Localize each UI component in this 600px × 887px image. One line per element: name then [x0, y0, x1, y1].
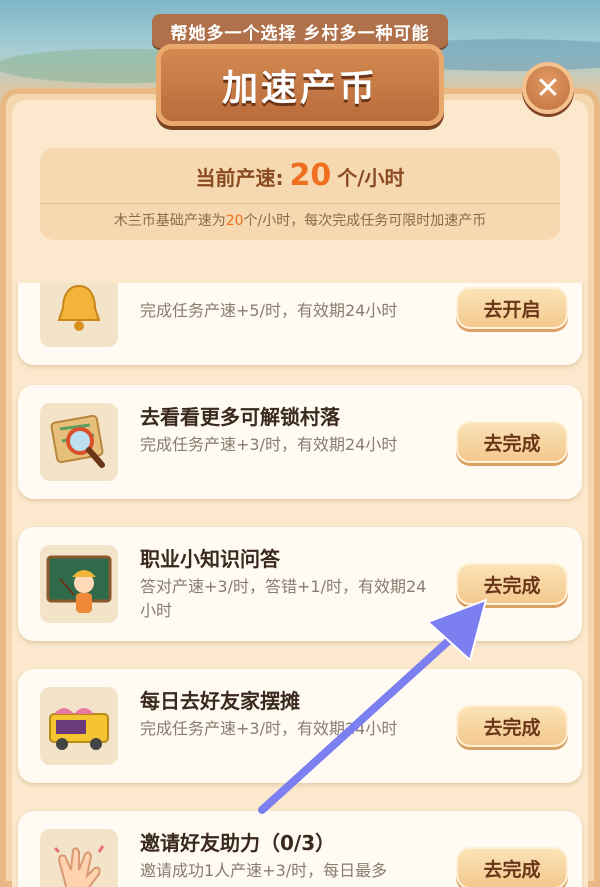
task-action-button[interactable]: 去开启 [456, 287, 568, 329]
task-list[interactable]: 完成任务产速+5/时，有效期24小时 去开启 去看看更多可解锁村落 完成任务产速… [0, 283, 600, 887]
task-title: 职业小知识问答 [140, 547, 280, 571]
task-desc: 完成任务产速+3/时，有效期24小时 [140, 719, 398, 738]
speed-note: 木兰币基础产速为20个/小时，每次完成任务可限时加速产币 [40, 210, 560, 230]
task-card: 职业小知识问答 答对产速+3/时，答错+1/时，有效期24小时 去完成 [18, 527, 582, 641]
map-magnifier-icon [40, 403, 118, 481]
task-card: 去看看更多可解锁村落 完成任务产速+3/时，有效期24小时 去完成 [18, 385, 582, 499]
teacher-blackboard-icon [40, 545, 118, 623]
task-card: 每日去好友家摆摊 完成任务产速+3/时，有效期24小时 去完成 [18, 669, 582, 783]
task-action-button[interactable]: 去完成 [456, 847, 568, 887]
speed-note-value: 20 [225, 213, 244, 229]
close-icon: ✕ [535, 70, 561, 106]
speed-label: 当前产速: [195, 166, 284, 190]
task-desc: 完成任务产速+3/时，有效期24小时 [140, 435, 398, 454]
current-speed: 当前产速: 20 个/小时 [40, 158, 560, 193]
speed-note-prefix: 木兰币基础产速为 [113, 213, 226, 229]
page-title: 加速产币 [221, 68, 378, 109]
clapping-hands-icon [40, 829, 118, 887]
task-desc: 完成任务产速+5/时，有效期24小时 [140, 301, 398, 320]
task-desc: 答对产速+3/时，答错+1/时，有效期24小时 [140, 577, 427, 620]
subtitle-ribbon: 帮她多一个选择 乡村多一种可能 [152, 14, 448, 48]
task-desc: 邀请成功1人产速+3/时，每日最多 [140, 861, 388, 880]
speed-note-suffix: 个/小时，每次完成任务可限时加速产币 [243, 213, 487, 229]
speed-unit: 个/小时 [337, 166, 405, 190]
task-card: 完成任务产速+5/时，有效期24小时 去开启 [18, 283, 582, 365]
task-title: 邀请好友助力（0/3） [140, 831, 336, 855]
task-action-button[interactable]: 去完成 [456, 563, 568, 605]
speed-value: 20 [289, 158, 332, 193]
task-action-button[interactable]: 去完成 [456, 705, 568, 747]
task-title: 去看看更多可解锁村落 [140, 405, 340, 429]
divider [40, 203, 560, 204]
task-action-button[interactable]: 去完成 [456, 421, 568, 463]
speed-panel: 当前产速: 20 个/小时 木兰币基础产速为20个/小时，每次完成任务可限时加速产币 [40, 148, 560, 240]
alarm-bell-icon [40, 283, 118, 347]
food-truck-icon [40, 687, 118, 765]
task-card: 邀请好友助力（0/3） 邀请成功1人产速+3/时，每日最多 去完成 [18, 811, 582, 887]
title-board: 加速产币 [156, 44, 444, 126]
subtitle-text: 帮她多一个选择 乡村多一种可能 [170, 23, 430, 44]
task-title: 每日去好友家摆摊 [140, 689, 300, 713]
close-button[interactable]: ✕ [522, 62, 574, 114]
